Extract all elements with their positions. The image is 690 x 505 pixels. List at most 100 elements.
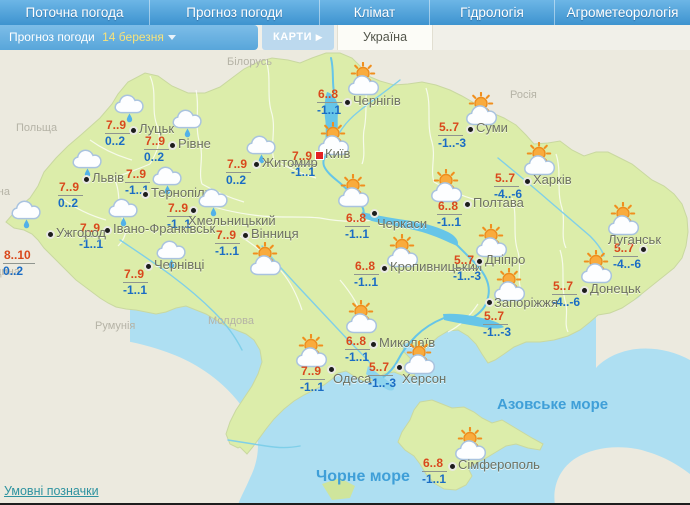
city-label[interactable]: Рівне — [178, 136, 211, 151]
day-temp: 6..8 — [354, 260, 380, 275]
forecast-date-selector[interactable]: Прогноз погоди 14 березня — [0, 25, 258, 50]
city-marker[interactable] — [252, 160, 261, 169]
city-temperature: 7..9 0..2 — [226, 158, 252, 187]
country-label: Словаччина — [0, 186, 10, 198]
sun-behind-cloud-icon — [426, 169, 466, 203]
city-marker[interactable] — [380, 264, 389, 273]
city-marker[interactable] — [475, 257, 484, 266]
city-marker[interactable] — [580, 286, 589, 295]
nav-tab-5[interactable]: Агрометеорологія — [555, 0, 690, 25]
day-temp: 6..8 — [345, 212, 371, 227]
city-marker[interactable] — [343, 98, 352, 107]
night-temp: -1..-3 — [483, 325, 512, 339]
night-temp: -1..1 — [317, 103, 342, 117]
night-temp: 0..2 — [3, 264, 24, 278]
day-temp: 8..10 — [3, 249, 35, 264]
rain-icon — [171, 105, 207, 139]
day-temp: 6..8 — [437, 200, 463, 215]
day-temp: 7..9 — [123, 268, 149, 283]
day-temp: 7..9 — [125, 168, 151, 183]
city-label[interactable]: Харків — [533, 172, 572, 187]
day-temp: 5..7 — [483, 310, 509, 325]
city-label[interactable]: Одеса — [333, 371, 371, 386]
day-temp: 6..8 — [345, 335, 371, 350]
country-label: Румунія — [95, 320, 136, 332]
country-label: Польща — [16, 122, 58, 134]
city-label[interactable]: Луганськ — [608, 232, 661, 247]
night-temp: -1..1 — [123, 283, 148, 297]
city-temperature: 8..10 0..2 — [3, 249, 35, 278]
day-temp: 7..9 — [215, 229, 241, 244]
city-temperature: 7..9 -1..1 — [300, 365, 326, 394]
city-marker[interactable] — [448, 462, 457, 471]
nav-tab-2[interactable]: Прогноз погоди — [150, 0, 320, 25]
sun-behind-cloud-icon — [576, 250, 616, 284]
maps-button-label: КАРТИ — [273, 31, 312, 43]
city-label[interactable]: Івано-Франківськ — [113, 221, 215, 236]
city-label[interactable]: Львів — [92, 170, 124, 185]
city-temperature: 5..7 -1..-3 — [483, 310, 511, 339]
night-temp: -1..1 — [291, 165, 316, 179]
city-label[interactable]: Херсон — [402, 371, 446, 386]
night-temp: -1..-3 — [368, 376, 397, 390]
city-marker[interactable] — [485, 298, 494, 307]
city-label[interactable]: Черкаси — [377, 216, 427, 231]
city-marker[interactable] — [369, 340, 378, 349]
city-label[interactable]: Полтава — [473, 195, 524, 210]
city-label[interactable]: Чернівці — [154, 257, 204, 272]
selected-date: 14 березня — [102, 30, 164, 44]
city-temperature: 7..9 -1..1 — [123, 268, 149, 297]
night-temp: -1..1 — [215, 244, 240, 258]
city-label[interactable]: Чернігів — [353, 93, 401, 108]
sea-label: Азовське море — [497, 396, 609, 413]
day-temp: 7..9 — [105, 119, 131, 134]
sun-behind-cloud-icon — [333, 174, 373, 208]
day-temp: 7..9 — [226, 158, 252, 173]
city-temperature: 6..8 -1..1 — [345, 212, 371, 241]
sun-behind-cloud-icon — [343, 62, 383, 96]
city-temperature: 6..8 -1..1 — [354, 260, 380, 289]
breadcrumb-label: Прогноз погоди — [9, 30, 95, 44]
city-marker[interactable] — [241, 231, 250, 240]
night-temp: -1..-3 — [438, 136, 467, 150]
tab-ukraine[interactable]: Україна — [337, 25, 433, 50]
country-label: Росія — [510, 89, 537, 101]
nav-tab-1[interactable]: Поточна погода — [0, 0, 150, 25]
city-label[interactable]: Дніпро — [485, 252, 525, 267]
city-marker[interactable] — [168, 141, 177, 150]
sun-behind-cloud-icon — [245, 242, 285, 276]
legend-link[interactable]: Умовні позначки — [4, 484, 99, 498]
capital-marker[interactable] — [315, 151, 324, 160]
night-temp: -1..1 — [437, 215, 462, 229]
chevron-down-icon — [167, 35, 176, 41]
city-label[interactable]: Запоріжжя — [494, 295, 558, 310]
city-marker[interactable] — [46, 230, 55, 239]
city-temperature: 6..8 -1..1 — [345, 335, 371, 364]
nav-tab-4[interactable]: Гідрологія — [430, 0, 555, 25]
city-temperature: 7..9 -1..1 — [291, 150, 317, 179]
day-temp: 7..9 — [144, 135, 170, 150]
day-temp: 5..7 — [438, 121, 464, 136]
sun-behind-cloud-icon — [399, 341, 439, 375]
city-label[interactable]: Київ — [325, 146, 350, 161]
day-temp: 7..9 — [291, 150, 317, 165]
city-label[interactable]: Вінниця — [251, 226, 299, 241]
maps-button[interactable]: КАРТИ ▶ — [262, 25, 334, 50]
city-label[interactable]: Донецьк — [590, 281, 641, 296]
city-marker[interactable] — [129, 126, 138, 135]
city-label[interactable]: Суми — [476, 120, 508, 135]
day-temp: 7..9 — [300, 365, 326, 380]
city-marker[interactable] — [463, 200, 472, 209]
night-temp: -1..1 — [354, 275, 379, 289]
city-marker[interactable] — [82, 175, 91, 184]
city-label[interactable]: Сімферополь — [458, 457, 540, 472]
city-marker[interactable] — [466, 125, 475, 134]
city-label[interactable]: Ужгород — [56, 225, 106, 240]
city-temperature: 7..9 0..2 — [144, 135, 170, 164]
city-marker[interactable] — [144, 262, 153, 271]
nav-tab-3[interactable]: Клімат — [320, 0, 430, 25]
weather-map: Польща Білорусь Росія Румунія Молдова Словачч… — [0, 50, 690, 505]
city-marker[interactable] — [523, 177, 532, 186]
night-temp: -1..1 — [300, 380, 325, 394]
city-temperature: 6..8 -1..1 — [422, 457, 448, 486]
